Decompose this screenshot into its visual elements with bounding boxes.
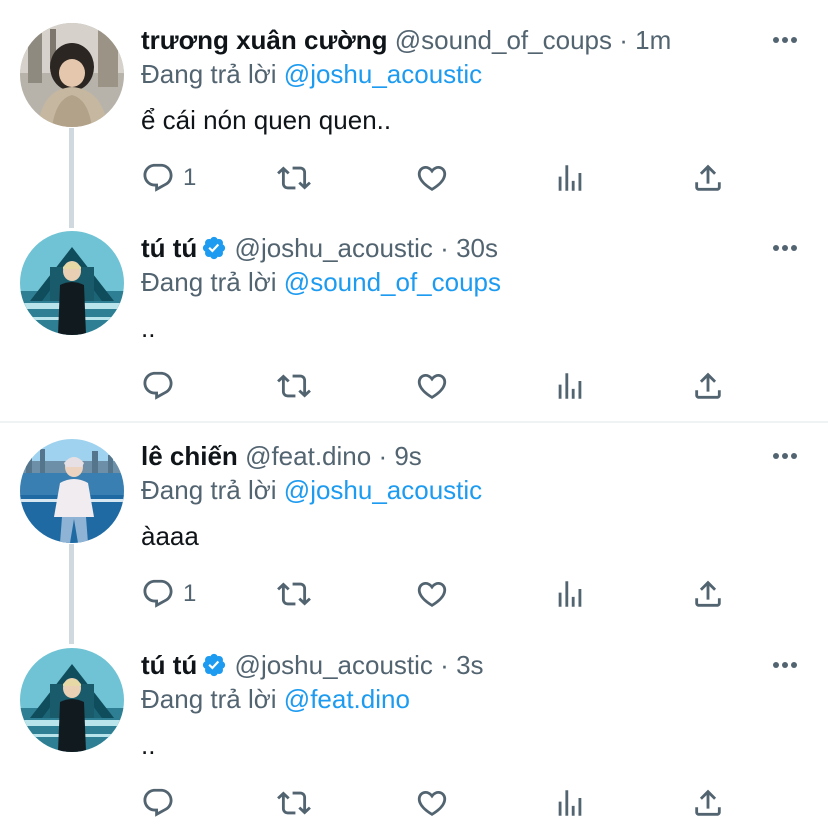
tweet-header: tú tú @joshu_acoustic · 30s [141,228,498,268]
avatar-person-teal-building[interactable] [20,231,124,335]
tweet-actions [141,368,741,404]
display-name[interactable]: tú tú [141,650,197,680]
like-icon [417,790,447,816]
retweet-button[interactable] [277,368,311,404]
like-button[interactable] [415,368,449,404]
retweet-button[interactable] [277,160,311,196]
more-icon[interactable] [772,33,798,47]
replying-to-handle[interactable]: @sound_of_coups [284,267,501,297]
replying-to: Đang trả lời @joshu_acoustic [141,472,482,508]
more-icon[interactable] [772,449,798,463]
retweet-icon [277,166,311,190]
tweet-3[interactable]: lê chiến @feat.dino · 9s Đang trả lời @j… [0,436,828,616]
share-button[interactable] [691,160,725,196]
replying-to-label: Đang trả lời [141,267,277,297]
retweet-icon [277,791,311,815]
display-name[interactable]: lê chiến [141,441,238,471]
timestamp[interactable]: 1m [635,25,671,55]
tweet-text: .. [141,313,156,343]
separator-dot: · [378,441,388,471]
retweet-button[interactable] [277,785,311,821]
replying-to-handle[interactable]: @joshu_acoustic [284,59,482,89]
reply-button[interactable]: 1 [141,160,196,196]
analytics-button[interactable] [553,576,587,612]
user-handle[interactable]: @joshu_acoustic [235,650,433,680]
share-icon [695,372,721,399]
separator-dot: · [440,233,449,263]
more-icon[interactable] [772,658,798,672]
reply-button[interactable] [141,368,183,404]
share-icon [695,580,721,607]
user-handle[interactable]: @joshu_acoustic [235,233,433,263]
replying-to-handle[interactable]: @joshu_acoustic [284,475,482,505]
verified-badge-icon [203,653,226,677]
separator-dot: · [619,25,628,55]
replying-to-label: Đang trả lời [141,475,277,505]
share-button[interactable] [691,785,725,821]
reply-icon [143,579,173,608]
like-icon [417,165,447,191]
like-button[interactable] [415,576,449,612]
share-icon [695,789,721,816]
avatar-hooded-person[interactable] [20,23,124,127]
reply-icon [143,371,173,400]
like-icon [417,373,447,399]
share-button[interactable] [691,368,725,404]
tweet-header: lê chiến @feat.dino · 9s [141,436,422,476]
tweet-actions [141,785,741,821]
replying-to: Đang trả lời @feat.dino [141,681,410,717]
tweet-actions: 1 [141,576,741,612]
replying-to-label: Đang trả lời [141,59,277,89]
verified-badge-icon [203,236,226,260]
user-handle[interactable]: @feat.dino [245,441,371,471]
replying-to: Đang trả lời @joshu_acoustic [141,56,482,92]
tweet-header: tú tú @joshu_acoustic · 3s [141,645,484,685]
reply-count: 1 [183,580,197,607]
analytics-icon [558,581,582,607]
display-name[interactable]: tú tú [141,233,197,263]
tweet-text: ể cái nón quen quen.. [141,105,392,135]
tweet-2[interactable]: tú tú @joshu_acoustic · 30s Đang trả lời… [0,228,828,418]
retweet-icon [277,582,311,606]
replying-to-label: Đang trả lời [141,684,277,714]
analytics-icon [558,165,582,191]
analytics-button[interactable] [553,368,587,404]
tweet-1[interactable]: trương xuân cường @sound_of_coups · 1m Đ… [0,20,828,200]
like-icon [417,581,447,607]
retweet-button[interactable] [277,576,311,612]
timestamp[interactable]: 30s [456,233,498,263]
reply-count: 1 [183,164,197,191]
tweet-text: .. [141,730,156,760]
tweet-text: àaaa [141,521,199,551]
separator-dot: · [440,650,449,680]
user-handle[interactable]: @sound_of_coups [395,25,612,55]
share-button[interactable] [691,576,725,612]
tweet-header: trương xuân cường @sound_of_coups · 1m [141,20,671,60]
replying-to-handle[interactable]: @feat.dino [284,684,410,714]
replying-to: Đang trả lời @sound_of_coups [141,264,501,300]
analytics-icon [558,373,582,399]
reply-button[interactable] [141,785,183,821]
timestamp[interactable]: 3s [456,650,483,680]
like-button[interactable] [415,160,449,196]
analytics-button[interactable] [553,160,587,196]
more-icon[interactable] [772,241,798,255]
share-icon [695,164,721,191]
timestamp[interactable]: 9s [394,441,421,471]
analytics-button[interactable] [553,785,587,821]
conversation-divider [0,421,828,423]
tweet-actions: 1 [141,160,741,196]
display-name[interactable]: trương xuân cường [141,25,388,55]
tweet-4[interactable]: tú tú @joshu_acoustic · 3s Đang trả lời … [0,645,828,833]
analytics-icon [558,790,582,816]
avatar-person-waterfront[interactable] [20,439,124,543]
reply-icon [143,788,173,817]
reply-icon [143,163,173,192]
avatar-person-teal-building[interactable] [20,648,124,752]
reply-button[interactable]: 1 [141,576,196,612]
retweet-icon [277,374,311,398]
like-button[interactable] [415,785,449,821]
